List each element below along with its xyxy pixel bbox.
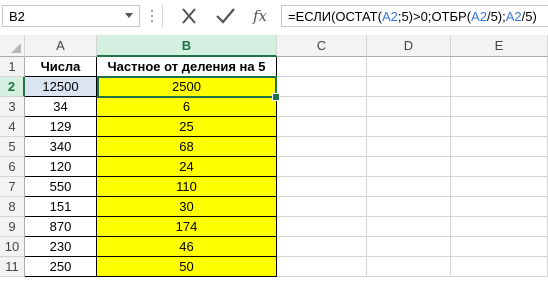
cell-c[interactable]	[277, 217, 367, 237]
cell-a[interactable]: 129	[25, 117, 97, 137]
cell-e[interactable]	[451, 157, 548, 177]
row-header[interactable]: 3	[0, 97, 25, 117]
cell-c[interactable]	[277, 177, 367, 197]
cell-b[interactable]: 50	[97, 257, 277, 277]
cell-b[interactable]: 2500	[97, 77, 277, 97]
cell-c[interactable]	[277, 117, 367, 137]
select-all-corner[interactable]	[0, 35, 25, 57]
cell-a[interactable]: 250	[25, 257, 97, 277]
cell-d[interactable]	[367, 77, 451, 97]
enter-icon[interactable]	[214, 6, 236, 26]
cell-a[interactable]: 12500	[25, 77, 97, 97]
column-header-a[interactable]: A	[25, 35, 97, 57]
cell-d[interactable]	[367, 237, 451, 257]
cell-e[interactable]	[451, 117, 548, 137]
row-header[interactable]: 7	[0, 177, 25, 197]
row-header[interactable]: 10	[0, 237, 25, 257]
cell-d[interactable]	[367, 117, 451, 137]
formula-input[interactable]: =ЕСЛИ(ОСТАТ(A2;5)>0;ОТБР(A2/5);A2/5)	[281, 5, 548, 27]
cell-c[interactable]	[277, 77, 367, 97]
divider	[162, 4, 163, 28]
row-header[interactable]: 9	[0, 217, 25, 237]
cell-c[interactable]	[277, 237, 367, 257]
fill-handle[interactable]	[272, 93, 280, 101]
formula-bar-row: B2 fx =ЕСЛИ(ОСТАТ(A2;5)>0;ОТБР(A2/5);A2/…	[0, 0, 548, 32]
cell-b[interactable]: 25	[97, 117, 277, 137]
column-header-e[interactable]: E	[451, 35, 548, 57]
name-box-value: B2	[9, 9, 25, 24]
cell-e[interactable]	[451, 97, 548, 117]
cell-reference: A2	[505, 9, 522, 24]
cell-b[interactable]: 174	[97, 217, 277, 237]
row-header[interactable]: 8	[0, 197, 25, 217]
cell-e[interactable]	[451, 57, 548, 77]
cell-d[interactable]	[367, 177, 451, 197]
cell-b[interactable]: 30	[97, 197, 277, 217]
cancel-icon[interactable]	[178, 6, 200, 26]
cell-reference: A2	[471, 9, 487, 24]
cell-a[interactable]: 550	[25, 177, 97, 197]
column-header-d[interactable]: D	[367, 35, 451, 57]
cell-e[interactable]	[451, 237, 548, 257]
cell-c[interactable]	[277, 57, 367, 77]
cell-e[interactable]	[451, 257, 548, 277]
cell-c[interactable]	[277, 97, 367, 117]
cell-a[interactable]: 120	[25, 157, 97, 177]
cell-b[interactable]: 6	[97, 97, 277, 117]
cell-b[interactable]: 24	[97, 157, 277, 177]
cell-e[interactable]	[451, 77, 548, 97]
row-header[interactable]: 2	[0, 77, 25, 97]
cell-e[interactable]	[451, 197, 548, 217]
cell-b[interactable]: 68	[97, 137, 277, 157]
name-box[interactable]: B2	[2, 5, 140, 27]
cell-reference: A2	[381, 9, 398, 24]
svg-text:fx: fx	[252, 7, 268, 25]
cell-d[interactable]	[367, 157, 451, 177]
formula-segment: /5);	[486, 9, 506, 24]
formula-segment: /5)	[521, 9, 537, 24]
cell-c[interactable]	[277, 257, 367, 277]
column-header-c[interactable]: C	[277, 35, 367, 57]
cell-e[interactable]	[451, 177, 548, 197]
cell-d[interactable]	[367, 97, 451, 117]
cell-a[interactable]: Числа	[25, 57, 97, 77]
cell-d[interactable]	[367, 257, 451, 277]
cell-a[interactable]: 230	[25, 237, 97, 257]
cell-a[interactable]: 870	[25, 217, 97, 237]
row-header[interactable]: 11	[0, 257, 25, 277]
cell-e[interactable]	[451, 137, 548, 157]
cell-a[interactable]: 34	[25, 97, 97, 117]
cell-c[interactable]	[277, 157, 367, 177]
cell-c[interactable]	[277, 137, 367, 157]
cell-d[interactable]	[367, 197, 451, 217]
cell-d[interactable]	[367, 57, 451, 77]
cell-a[interactable]: 151	[25, 197, 97, 217]
row-header[interactable]: 5	[0, 137, 25, 157]
resize-handle-icon[interactable]	[151, 10, 154, 23]
column-header-b[interactable]: B	[97, 35, 277, 57]
cell-b[interactable]: Частное от деления на 5	[97, 57, 277, 77]
cell-a[interactable]: 340	[25, 137, 97, 157]
fx-icon[interactable]: fx	[250, 6, 272, 26]
cell-b[interactable]: 110	[97, 177, 277, 197]
row-header[interactable]: 4	[0, 117, 25, 137]
cell-d[interactable]	[367, 217, 451, 237]
row-header[interactable]: 6	[0, 157, 25, 177]
cell-c[interactable]	[277, 197, 367, 217]
row-header[interactable]: 1	[0, 57, 25, 77]
cell-d[interactable]	[367, 137, 451, 157]
chevron-down-icon[interactable]	[125, 13, 133, 18]
cell-b[interactable]: 46	[97, 237, 277, 257]
cell-e[interactable]	[451, 217, 548, 237]
formula-text: =ЕСЛИ(ОСТАТ(A2;5)>0;ОТБР(A2/5);A2/5)	[288, 9, 537, 24]
formula-segment: =ЕСЛИ(ОСТАТ(	[288, 9, 382, 24]
formula-segment: ;5)>0;ОТБР(	[397, 9, 472, 24]
